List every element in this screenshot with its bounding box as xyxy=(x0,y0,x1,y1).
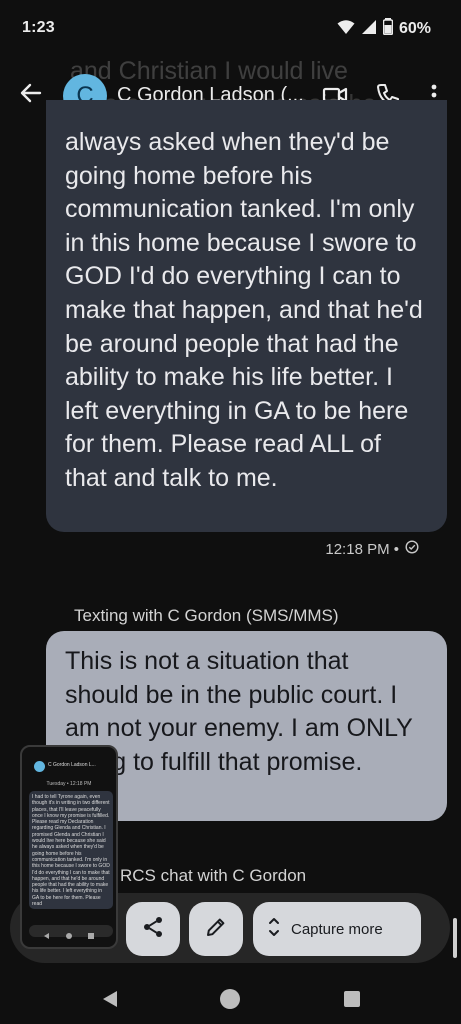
rcs-mode-label: RCS chat with C Gordon xyxy=(120,866,307,885)
thumbnail-header: C Gordon Ladson L... xyxy=(22,761,116,777)
thumbnail-nav xyxy=(22,931,116,941)
thumbnail-message-text: I had to tell Tyrone again, even though … xyxy=(32,794,110,908)
scrollbar[interactable] xyxy=(453,918,457,958)
message-bubble-incoming[interactable]: always asked when they'd be going home b… xyxy=(46,100,447,532)
thumb-recents-icon xyxy=(88,933,94,939)
status-icons: 60% xyxy=(337,18,431,40)
message-timestamp: 12:18 PM • xyxy=(325,540,419,558)
status-bar: 1:23 60% xyxy=(0,0,461,58)
capture-more-label: Capture more xyxy=(291,920,383,938)
pencil-icon xyxy=(204,915,228,944)
battery-percent: 60% xyxy=(398,20,431,37)
cell-signal-icon xyxy=(361,19,377,40)
wifi-icon xyxy=(337,19,355,40)
sent-check-icon xyxy=(405,540,419,558)
status-time: 1:23 xyxy=(22,19,55,36)
nav-back-icon[interactable] xyxy=(97,986,123,1012)
sms-mode-label: Texting with C Gordon (SMS/MMS) xyxy=(74,606,339,625)
nav-recents-icon[interactable] xyxy=(339,986,365,1012)
share-icon xyxy=(141,915,165,944)
thumb-back-icon xyxy=(44,933,49,939)
share-button[interactable] xyxy=(126,902,180,956)
system-navigation-bar xyxy=(0,972,461,1024)
thumbnail-title: C Gordon Ladson L... xyxy=(48,762,96,768)
thumb-home-icon xyxy=(66,933,72,939)
thumbnail-avatar xyxy=(34,761,45,772)
back-arrow-icon[interactable] xyxy=(18,80,48,110)
capture-more-button[interactable]: Capture more xyxy=(253,902,421,956)
message-text: always asked when they'd be going home b… xyxy=(65,128,423,492)
overlapping-scrolled-text: and Christian I would live xyxy=(70,57,348,85)
thumbnail-message: I had to tell Tyrone again, even though … xyxy=(29,791,113,909)
edit-button[interactable] xyxy=(189,902,243,956)
nav-home-icon[interactable] xyxy=(217,986,243,1012)
screenshot-thumbnail[interactable]: C Gordon Ladson L... Tuesday • 12:18 PM … xyxy=(20,745,118,949)
battery-icon xyxy=(382,18,394,40)
timestamp-text: 12:18 PM • xyxy=(325,540,399,558)
expand-vertical-icon xyxy=(267,916,281,942)
thumbnail-date: Tuesday • 12:18 PM xyxy=(46,781,92,787)
